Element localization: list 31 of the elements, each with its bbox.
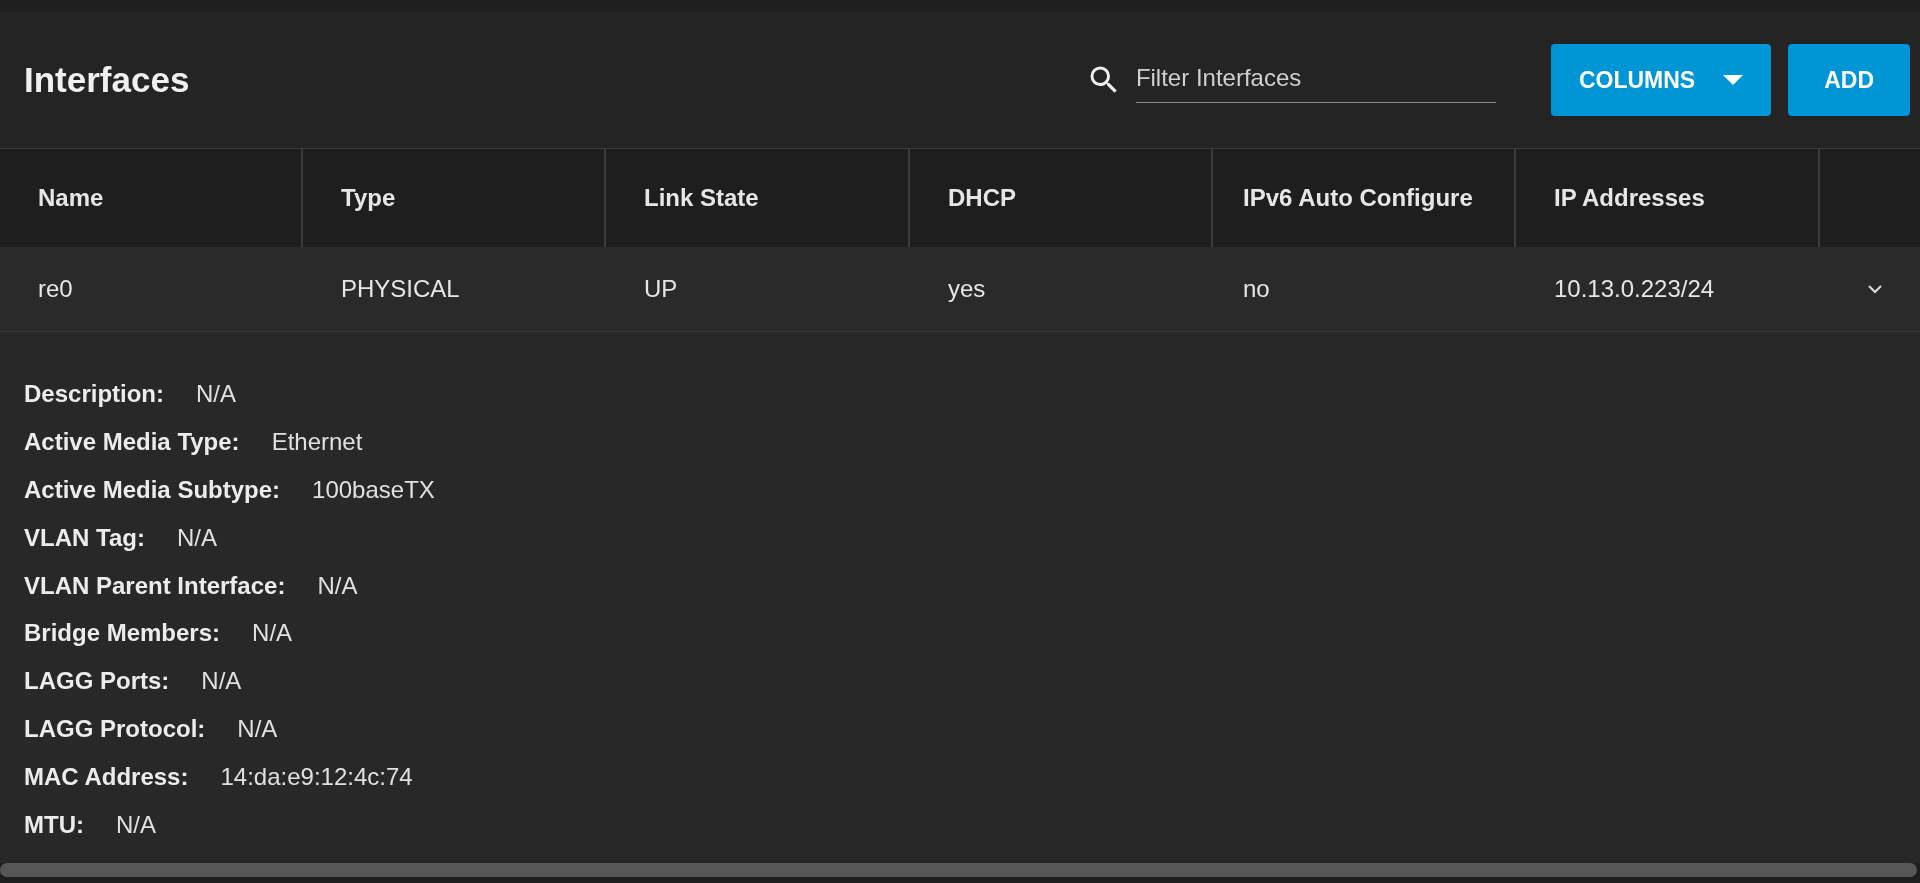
detail-label: MAC Address: <box>24 763 189 792</box>
table-cell-text: re0 <box>37 275 74 303</box>
detail-value: N/A <box>116 810 156 839</box>
detail-value: N/A <box>252 619 293 648</box>
detail-label: Active Media Type: <box>24 427 240 456</box>
detail-label: VLAN Parent Interface: <box>24 571 286 600</box>
detail-label: Active Media Subtype: <box>24 475 281 504</box>
scrollbar[interactable] <box>0 863 1917 877</box>
detail-label: LAGG Ports: <box>24 667 170 696</box>
table-cell-text: 10.13.0.223/24 <box>1553 275 1716 303</box>
detail-value: N/A <box>196 379 237 408</box>
detail-value: Ethernet <box>271 427 363 456</box>
detail-value: N/A <box>176 523 217 552</box>
detail-value: N/A <box>201 667 242 696</box>
table-cell-text: no <box>1242 275 1271 303</box>
dropdown-caret-icon <box>1723 75 1744 85</box>
table-cell-text: yes <box>947 275 987 303</box>
table-cell-text: UP <box>643 275 679 303</box>
filter-field[interactable]: Filter Interfaces <box>1135 57 1496 103</box>
page-title: Interfaces <box>24 60 191 100</box>
detail-value: 14:da:e9:12:4c:74 <box>220 763 413 792</box>
detail-value: 100baseTX <box>312 475 435 504</box>
detail-label: Bridge Members: <box>24 619 221 648</box>
detail-label: VLAN Tag: <box>24 523 145 552</box>
detail-label: LAGG Protocol: <box>24 715 206 744</box>
table-cell-text: PHYSICAL <box>340 275 461 303</box>
chevron-icon[interactable] <box>1868 284 1882 294</box>
detail-label: Description: <box>24 379 164 408</box>
detail-value: N/A <box>237 715 278 744</box>
detail-label: MTU: <box>24 810 84 839</box>
detail-value: N/A <box>317 571 358 600</box>
